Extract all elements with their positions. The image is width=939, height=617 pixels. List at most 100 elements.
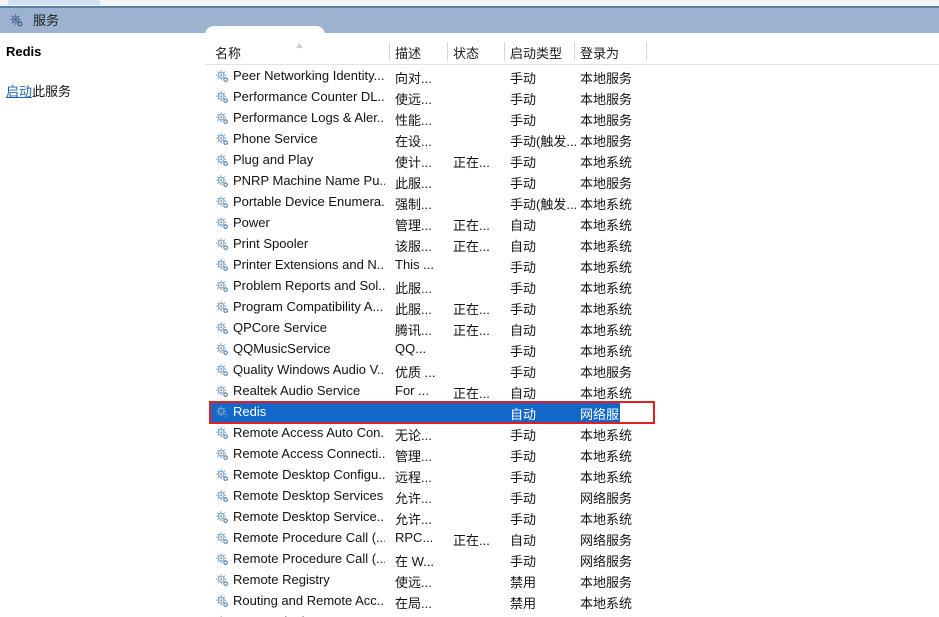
cell-name: Peer Networking Identity... (233, 68, 385, 83)
cell-name: Remote Desktop Services (233, 488, 384, 503)
service-gear-icon (216, 364, 228, 376)
cell-startup: 手动 (510, 344, 537, 359)
column-header-name[interactable]: 名称 (215, 43, 241, 62)
cell-name: QPCore Service (233, 320, 327, 335)
table-row[interactable]: Print Spooler 该服... 正在... 自动 本地系统 (205, 234, 939, 255)
cell-desc: 向对... (395, 71, 432, 86)
cell-desc: 使远... (395, 575, 432, 590)
cell-desc: 管理... (395, 449, 432, 464)
cell-desc: 在局... (395, 596, 432, 611)
service-gear-icon (216, 532, 228, 544)
cell-desc: 无论... (395, 428, 432, 443)
cell-desc: 强制... (395, 197, 432, 212)
column-separator-4[interactable] (646, 42, 647, 61)
cell-startup: 手动 (510, 176, 537, 191)
cell-logon: 本地服务 (580, 176, 633, 191)
service-gear-icon (216, 595, 228, 607)
cell-logon: 本地服务 (580, 575, 633, 590)
table-row[interactable]: Phone Service 在设... 手动(触发... 本地服务 (205, 129, 939, 150)
table-row[interactable]: Remote Procedure Call (... 在 W... 手动 网络服务 (205, 549, 939, 570)
table-row[interactable]: Remote Desktop Configu... 远程... 手动 本地系统 (205, 465, 939, 486)
cell-desc: 该服... (395, 239, 432, 254)
cell-desc: 远程... (395, 470, 432, 485)
table-row[interactable]: QQMusicService QQ... 手动 本地系统 (205, 339, 939, 360)
cell-state: 正在... (453, 533, 490, 548)
table-row[interactable]: Remote Desktop Service... 允许... 手动 本地系统 (205, 507, 939, 528)
cell-state: 正在... (453, 155, 490, 170)
service-gear-icon (216, 280, 228, 292)
cell-logon: 本地服务 (580, 365, 633, 380)
table-row[interactable]: Power 管理... 正在... 自动 本地系统 (205, 213, 939, 234)
cell-name: Remote Access Connecti... (233, 446, 385, 461)
cell-logon: 本地系统 (580, 470, 633, 485)
cell-name: Remote Desktop Configu... (233, 467, 385, 482)
table-row[interactable]: Quality Windows Audio V... 优质 ... 手动 本地服务 (205, 360, 939, 381)
column-separator-0[interactable] (389, 42, 390, 61)
service-gear-icon (216, 448, 228, 460)
service-gear-icon (216, 217, 228, 229)
table-row[interactable]: Performance Counter DL... 使远... 手动 本地服务 (205, 87, 939, 108)
details-pane: Redis 启动此服务 (0, 33, 205, 617)
cell-startup: 自动 (510, 239, 537, 254)
table-row[interactable]: PNRP Machine Name Pu... 此服... 手动 本地服务 (205, 171, 939, 192)
service-gear-icon (216, 238, 228, 250)
cell-startup: 自动 (510, 323, 537, 338)
column-header-startup[interactable]: 启动类型 (510, 43, 562, 62)
table-row[interactable]: Realtek Audio Service For ... 正在... 自动 本地系统 (205, 381, 939, 402)
start-service-suffix: 此服务 (32, 84, 72, 99)
cell-desc: This ... (395, 257, 435, 272)
table-row[interactable]: Remote Procedure Call (... RPC... 正在... 自动 网… (205, 528, 939, 549)
cell-startup: 自动 (510, 533, 537, 548)
cell-desc: 使远... (395, 92, 432, 107)
table-row[interactable]: Printer Extensions and N... This ... 手动 本地系… (205, 255, 939, 276)
column-separator-2[interactable] (504, 42, 505, 61)
table-row[interactable]: QPCore Service 腾讯... 正在... 自动 本地系统 (205, 318, 939, 339)
services-list-body[interactable]: Peer Networking Identity... 向对... 手动 本地服务 Pe… (205, 66, 939, 617)
sort-ascending-caret-icon (296, 42, 303, 49)
cell-desc: 允许... (395, 491, 432, 506)
cell-name: Remote Registry (233, 572, 330, 587)
column-header-logon[interactable]: 登录为 (580, 43, 619, 62)
cell-name: Problem Reports and Sol... (233, 278, 385, 293)
column-header-state[interactable]: 状态 (453, 43, 479, 62)
table-row[interactable]: RPC Endpoint Mapper解析...正在...自动网络服务 (205, 612, 939, 617)
services-window: 服务 Redis 启动此服务 名称 描述 状态 启动类型 登录为 Peer Networ… (0, 0, 939, 617)
service-gear-icon (216, 406, 228, 418)
cell-logon: 本地系统 (580, 281, 633, 296)
cell-startup: 手动 (510, 260, 537, 275)
table-row[interactable]: Remote Access Connecti... 管理... 手动 本地系统 (205, 444, 939, 465)
cell-desc: QQ... (395, 341, 427, 356)
cell-startup: 手动 (510, 71, 537, 86)
row-selection-highlight (211, 402, 620, 423)
column-separator-3[interactable] (574, 42, 575, 61)
service-gear-icon (216, 301, 228, 313)
table-row[interactable]: Plug and Play 使计... 正在... 手动 本地系统 (205, 150, 939, 171)
cell-logon: 本地系统 (580, 260, 633, 275)
cell-logon: 本地系统 (580, 596, 633, 611)
table-row[interactable]: Remote Registry 使远... 禁用 本地服务 (205, 570, 939, 591)
cell-startup: 手动 (510, 470, 537, 485)
cell-startup: 手动 (510, 113, 537, 128)
cell-startup: 手动(触发... (510, 197, 578, 212)
window-tab-stub[interactable] (8, 0, 100, 5)
table-row[interactable]: Routing and Remote Acc... 在局... 禁用 本地系统 (205, 591, 939, 612)
column-header-desc[interactable]: 描述 (395, 43, 421, 62)
table-row[interactable]: Program Compatibility A... 此服... 正在... 手动 本地… (205, 297, 939, 318)
column-separator-1[interactable] (447, 42, 448, 61)
cell-startup: 自动 (510, 407, 537, 422)
table-row[interactable]: Remote Access Auto Con... 无论... 手动 本地系统 (205, 423, 939, 444)
cell-logon: 本地系统 (580, 218, 633, 233)
cell-name: Routing and Remote Acc... (233, 593, 385, 608)
start-service-link[interactable]: 启动 (6, 84, 32, 99)
table-row[interactable]: Remote Desktop Services 允许... 手动 网络服务 (205, 486, 939, 507)
table-row[interactable]: Problem Reports and Sol... 此服... 手动 本地系统 (205, 276, 939, 297)
table-row-selected[interactable]: Redis 自动 网络服务 (205, 402, 939, 423)
cell-startup: 手动 (510, 155, 537, 170)
table-row[interactable]: Portable Device Enumera... 强制... 手动(触发... 本… (205, 192, 939, 213)
cell-logon: 本地系统 (580, 428, 633, 443)
table-row[interactable]: Peer Networking Identity... 向对... 手动 本地服务 (205, 66, 939, 87)
service-gear-icon (216, 196, 228, 208)
cell-desc: For ... (395, 383, 429, 398)
cell-startup: 手动 (510, 554, 537, 569)
table-row[interactable]: Performance Logs & Aler... 性能... 手动 本地服务 (205, 108, 939, 129)
